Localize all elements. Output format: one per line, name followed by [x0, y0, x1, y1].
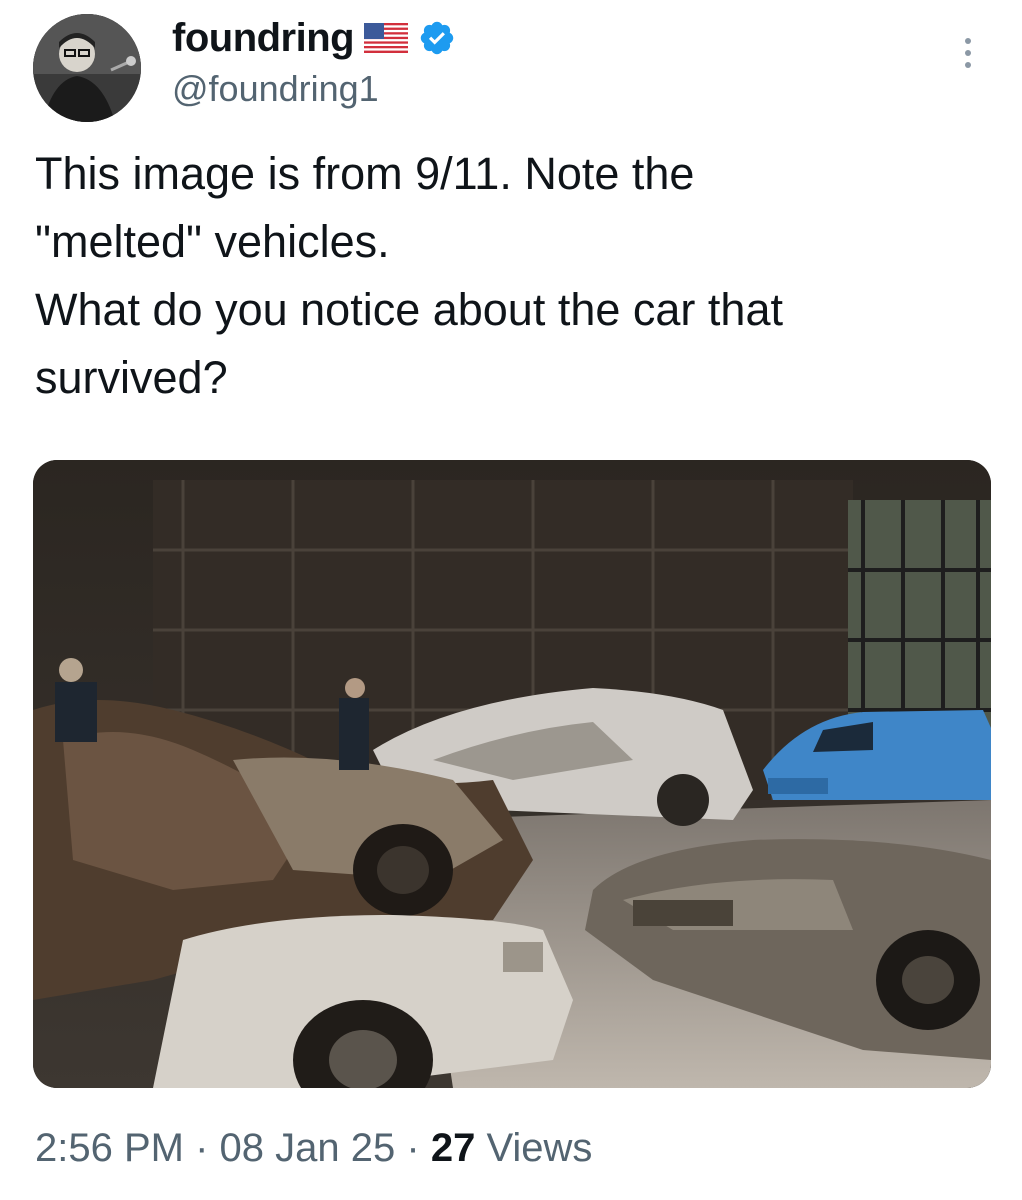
- views-label: Views: [486, 1126, 593, 1170]
- meta-separator: ·: [406, 1126, 420, 1170]
- tweet-media-photo[interactable]: [33, 460, 991, 1088]
- verified-badge-icon[interactable]: [418, 19, 456, 57]
- avatar-photo: [33, 14, 141, 122]
- damaged-vehicles-photo: [33, 460, 991, 1088]
- tweet-meta: 2:56 PM · 08 Jan 25 · 27 Views: [35, 1126, 592, 1171]
- avatar[interactable]: [33, 14, 141, 122]
- views-count[interactable]: 27: [431, 1126, 476, 1170]
- more-dot: [965, 38, 971, 44]
- meta-separator: ·: [195, 1126, 209, 1170]
- author-handle[interactable]: @foundring1: [172, 68, 379, 110]
- tweet-time[interactable]: 2:56 PM: [35, 1126, 184, 1170]
- tweet: foundring @foundring1 This image is from…: [0, 0, 1022, 1200]
- tweet-text-line: survived?: [35, 352, 228, 403]
- author-name-row: foundring: [172, 14, 456, 62]
- author-display-name[interactable]: foundring: [172, 16, 355, 61]
- tweet-text: This image is from 9/11. Note the "melte…: [35, 140, 995, 412]
- more-options-icon[interactable]: [950, 28, 986, 78]
- tweet-text-line: What do you notice about the car that: [35, 284, 783, 335]
- us-flag-icon: [364, 23, 409, 53]
- more-dot: [965, 62, 971, 68]
- tweet-text-line: "melted" vehicles.: [35, 216, 390, 267]
- tweet-text-line: This image is from 9/11. Note the: [35, 148, 695, 199]
- more-dot: [965, 50, 971, 56]
- tweet-date[interactable]: 08 Jan 25: [220, 1126, 396, 1170]
